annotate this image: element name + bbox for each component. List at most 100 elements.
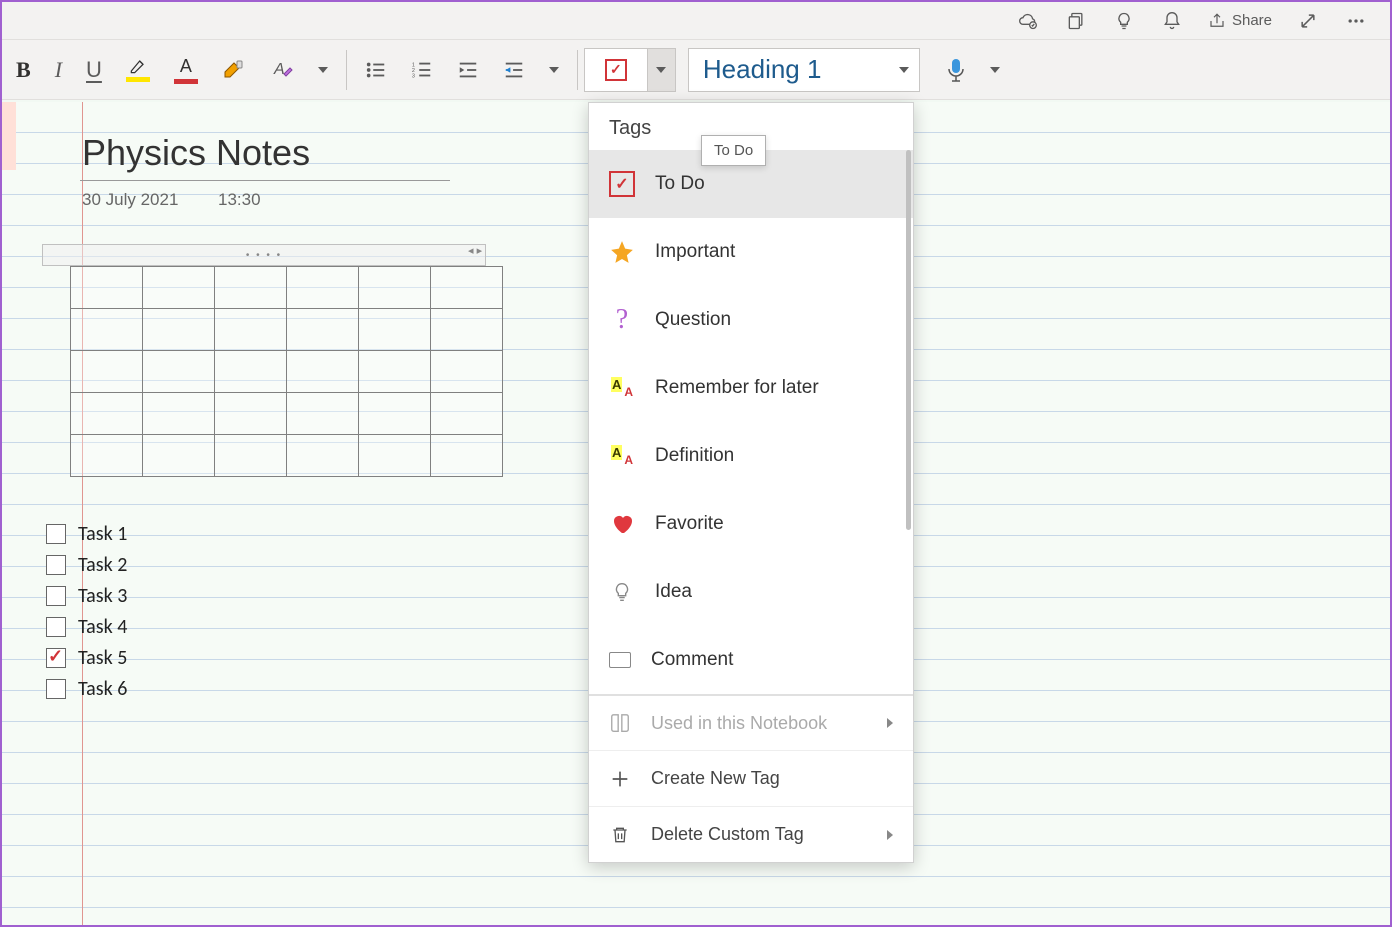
decrease-indent-button[interactable] (445, 47, 491, 93)
task-label[interactable]: Task 2 (78, 553, 127, 577)
task-label[interactable]: Task 3 (78, 584, 127, 608)
separator (577, 50, 578, 90)
task-checkbox[interactable] (46, 679, 66, 699)
task-row: Task 6 (46, 673, 127, 704)
task-checkbox[interactable] (46, 524, 66, 544)
task-list: Task 1 Task 2 Task 3 Task 4 Task 5 Task 6 (46, 518, 127, 704)
task-row: Task 1 (46, 518, 127, 549)
underline-button[interactable]: U (74, 47, 114, 93)
task-checkbox[interactable] (46, 586, 66, 606)
task-row: Task 2 (46, 549, 127, 580)
task-label[interactable]: Task 4 (78, 615, 127, 639)
task-label[interactable]: Task 6 (78, 677, 127, 701)
plus-icon (609, 768, 631, 790)
trash-icon (609, 824, 631, 846)
font-color-button[interactable]: A (162, 47, 210, 93)
tag-item-star[interactable]: Important (589, 218, 913, 286)
page-title[interactable]: Physics Notes (82, 132, 310, 174)
tag-item-label: Idea (655, 581, 692, 603)
task-checkbox[interactable] (46, 617, 66, 637)
todo-tag-button[interactable] (585, 49, 647, 91)
tag-item-comment[interactable]: Comment (589, 626, 913, 694)
task-checkbox[interactable] (46, 648, 66, 668)
table-container-handle[interactable]: • • • • (42, 244, 486, 266)
lightbulb-icon[interactable] (1100, 3, 1148, 39)
scrollbar-thumb[interactable] (906, 150, 911, 530)
question-icon: ? (609, 307, 635, 333)
comment-icon (609, 652, 631, 668)
tag-item-question[interactable]: ? Question (589, 286, 913, 354)
fullscreen-icon[interactable] (1284, 3, 1332, 39)
clear-formatting-button[interactable]: A (258, 47, 306, 93)
embedded-table[interactable] (70, 266, 503, 477)
paragraph-dropdown-arrow[interactable] (537, 47, 571, 93)
svg-text:A: A (273, 61, 285, 78)
highlight-aa-icon: AA (609, 443, 635, 469)
bullet-list-button[interactable] (353, 47, 399, 93)
style-selector-arrow[interactable] (889, 49, 919, 91)
highlight-button[interactable] (114, 47, 162, 93)
title-bar: Share (2, 2, 1390, 40)
ribbon-toolbar: B I U A A 123 (2, 40, 1390, 100)
share-button[interactable]: Share (1196, 3, 1284, 39)
tag-item-label: Question (655, 309, 731, 331)
todo-icon (609, 171, 635, 197)
heart-icon (609, 511, 635, 537)
tags-used-in-notebook[interactable]: Used in this Notebook (589, 694, 913, 750)
dictate-dropdown-arrow[interactable] (978, 47, 1012, 93)
highlight-aa-icon: AA (609, 375, 635, 401)
style-selector[interactable]: Heading 1 (688, 48, 920, 92)
tag-item-definition[interactable]: AADefinition (589, 422, 913, 490)
tags-dropdown-panel: Tags To Do To DoImportant?QuestionAAReme… (588, 102, 914, 863)
task-row: Task 5 (46, 642, 127, 673)
tags-list: To Do Important? Question AA Remember for la… (589, 150, 913, 694)
tooltip: To Do (701, 135, 766, 166)
title-underline (80, 180, 450, 181)
todo-tag-splitbutton (584, 48, 676, 92)
tag-item-heart[interactable]: Favorite (589, 490, 913, 558)
notifications-icon[interactable] (1148, 3, 1196, 39)
page-time[interactable]: 13:30 (218, 190, 261, 210)
lightbulb-icon (609, 579, 635, 605)
dictate-button[interactable] (934, 47, 978, 93)
task-row: Task 4 (46, 611, 127, 642)
tag-item-label: Comment (651, 649, 733, 671)
share-label: Share (1232, 12, 1272, 29)
cloud-sync-icon[interactable] (1004, 3, 1052, 39)
edge-decoration (2, 102, 16, 170)
svg-text:3: 3 (412, 73, 415, 79)
numbered-list-button[interactable]: 123 (399, 47, 445, 93)
more-icon[interactable] (1332, 3, 1380, 39)
table-expand-handle[interactable]: ◂ ▸ (468, 244, 482, 257)
chevron-right-icon (887, 830, 893, 840)
tags-delete-custom[interactable]: Delete Custom Tag (589, 806, 913, 862)
copy-page-icon[interactable] (1052, 3, 1100, 39)
task-row: Task 3 (46, 580, 127, 611)
font-dropdown-arrow[interactable] (306, 47, 340, 93)
todo-tag-dropdown-button[interactable] (647, 49, 675, 91)
tag-item-remember[interactable]: AA Remember for later (589, 354, 913, 422)
format-painter-button[interactable] (210, 47, 258, 93)
tag-item-label: To Do (655, 173, 705, 195)
bold-button[interactable]: B (4, 47, 43, 93)
style-selector-value: Heading 1 (689, 54, 889, 85)
tag-item-label: Important (655, 241, 735, 263)
tags-create-new[interactable]: Create New Tag (589, 750, 913, 806)
todo-checkbox-icon (605, 59, 627, 81)
italic-button[interactable]: I (43, 47, 74, 93)
star-icon (609, 239, 635, 265)
task-checkbox[interactable] (46, 555, 66, 575)
separator (346, 50, 347, 90)
task-label[interactable]: Task 5 (78, 646, 127, 670)
page-date[interactable]: 30 July 2021 (82, 190, 178, 210)
tag-item-bulb[interactable]: Idea (589, 558, 913, 626)
tags-used-label: Used in this Notebook (651, 713, 827, 734)
margin-line (82, 102, 83, 925)
tag-item-label: Remember for later (655, 377, 819, 399)
task-label[interactable]: Task 1 (78, 522, 127, 546)
tags-create-label: Create New Tag (651, 768, 780, 789)
tags-delete-label: Delete Custom Tag (651, 824, 804, 845)
tag-item-label: Favorite (655, 513, 724, 535)
increase-indent-button[interactable] (491, 47, 537, 93)
notebook-icon (609, 712, 631, 734)
